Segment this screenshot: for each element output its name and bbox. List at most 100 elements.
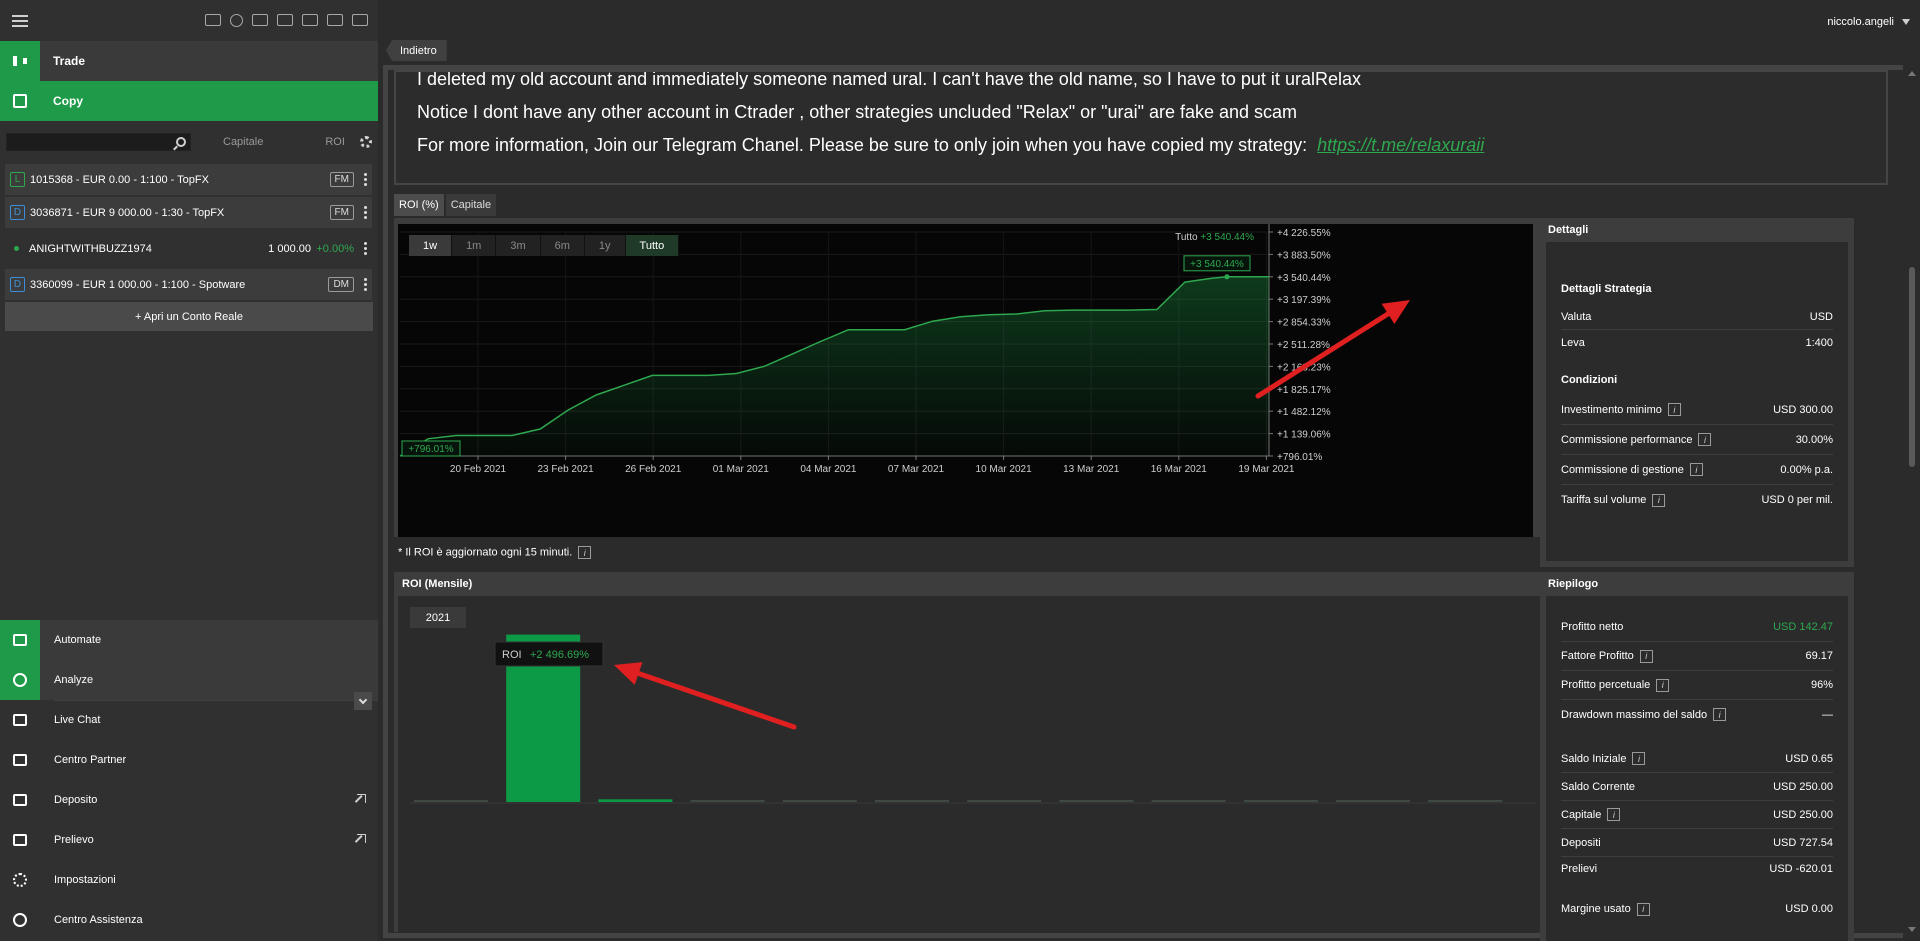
nav-copy[interactable]: Copy (0, 81, 378, 121)
nav-automate[interactable]: Automate (0, 620, 378, 660)
scroll-down-icon[interactable] (1908, 927, 1916, 932)
summary-title: Riepilogo (1548, 578, 1599, 590)
scrollbar-thumb[interactable] (1909, 267, 1915, 467)
info-icon[interactable]: i (1607, 808, 1621, 821)
touch-icon[interactable] (230, 14, 243, 27)
x-tick-label: 13 Mar 2021 (1063, 464, 1120, 475)
info-icon[interactable]: i (1698, 433, 1712, 446)
more-options-icon[interactable] (363, 278, 367, 291)
timeframe-6m[interactable]: 6m (540, 235, 585, 256)
roi-chart-panel: +4 226.55% +3 883.50% +3 540.44% +3 197.39%… (394, 218, 1552, 537)
windows-icon[interactable] (302, 14, 318, 26)
copy-strategy-row[interactable]: ANIGHTWITHBUZZ1974 1 000.00 +0.00% (5, 230, 372, 267)
scroll-up-icon[interactable] (1908, 71, 1916, 76)
keyboard-icon[interactable] (352, 14, 368, 26)
summary-label: Fattore Profitto (1561, 650, 1634, 662)
y-tick-label: +1 482.12% (1277, 407, 1331, 418)
hamburger-menu-icon[interactable] (12, 14, 28, 27)
more-options-icon[interactable] (363, 206, 367, 219)
column-roi[interactable]: ROI (325, 136, 345, 148)
timeframe-3m[interactable]: 3m (496, 235, 541, 256)
nav-deposit-label: Deposito (54, 794, 98, 806)
tab-roi-percent[interactable]: ROI (%) (394, 194, 444, 216)
info-icon[interactable]: i (1689, 463, 1703, 476)
account-search-input[interactable] (6, 133, 191, 151)
x-tick-label: 20 Feb 2021 (450, 464, 507, 475)
fullscreen-icon[interactable] (277, 14, 293, 26)
timeframe-selector: 1w 1m 3m 6m 1y Tutto (409, 235, 680, 256)
roi-chart[interactable]: +4 226.55% +3 883.50% +3 540.44% +3 197.39%… (398, 224, 1533, 537)
monthly-bar (782, 800, 857, 802)
external-link-icon (357, 794, 366, 803)
briefcase-icon (0, 740, 40, 780)
account-broker-tag: DM (328, 277, 354, 292)
chart-legend: Tutto +3 540.44% (1175, 232, 1254, 243)
x-tick-label: 19 Mar 2021 (1238, 464, 1295, 475)
mail-icon[interactable] (205, 14, 221, 26)
nav-trade[interactable]: Trade (0, 41, 378, 81)
roi-chart-svg[interactable]: +4 226.55% +3 883.50% +3 540.44% +3 197.39%… (398, 224, 1533, 537)
monthly-bar (598, 799, 673, 802)
account-row[interactable]: D 3036871 - EUR 9 000.00 - 1:30 - TopFX … (5, 197, 372, 228)
chat-icon (0, 700, 40, 740)
status-dot-icon (14, 246, 19, 251)
detail-label: Tariffa sul volume (1561, 494, 1647, 506)
timeframe-1w[interactable]: 1w (409, 235, 453, 256)
info-icon[interactable]: i (578, 546, 592, 559)
info-icon[interactable]: i (1632, 752, 1646, 765)
x-tick-label: 07 Mar 2021 (888, 464, 945, 475)
summary-label: Drawdown massimo del saldo (1561, 708, 1708, 721)
nav-deposit[interactable]: Deposito (0, 780, 378, 820)
detail-label: Valuta (1561, 310, 1592, 323)
gear-icon[interactable] (360, 136, 372, 148)
detail-row: Tariffa sul volume i USD 0 per mil. (1561, 485, 1833, 515)
summary-panel: Riepilogo Profitto netto USD 142.47 Fatto… (1540, 572, 1854, 941)
timeframe-1y[interactable]: 1y (584, 235, 626, 256)
summary-label: Margine usato (1561, 903, 1631, 915)
timeframe-1m[interactable]: 1m (452, 235, 497, 256)
telegram-link[interactable]: https://t.me/relaxuraii (1317, 135, 1484, 155)
column-capital[interactable]: Capitale (223, 136, 263, 148)
x-tick-label: 01 Mar 2021 (713, 464, 770, 475)
info-icon[interactable]: i (1636, 902, 1650, 916)
bar-tooltip-label: ROI (502, 649, 522, 661)
info-icon[interactable]: i (1667, 403, 1681, 416)
tab-capital[interactable]: Capitale (445, 194, 497, 216)
more-options-icon[interactable] (363, 242, 367, 255)
info-icon[interactable]: i (1656, 678, 1670, 692)
caret-down-icon[interactable] (1902, 19, 1910, 25)
collapse-nav-button[interactable] (354, 692, 372, 710)
info-icon[interactable]: i (1639, 649, 1653, 663)
monthly-roi-chart-svg[interactable]: ROI +2 496.69% (398, 596, 1548, 932)
more-options-icon[interactable] (363, 173, 367, 186)
account-row[interactable]: D 3360099 - EUR 1 000.00 - 1:100 - Spotw… (5, 269, 372, 300)
detail-value: 0.00% p.a. (1780, 463, 1833, 476)
app-window: Trade Copy Capitale ROI L 1015368 - EUR … (0, 0, 1920, 941)
sound-icon[interactable] (327, 14, 343, 26)
x-tick-label: 16 Mar 2021 (1151, 464, 1208, 475)
timeframe-all[interactable]: Tutto (625, 235, 680, 256)
print-icon[interactable] (252, 14, 268, 26)
deposit-icon (0, 780, 40, 820)
nav-withdraw[interactable]: Prelievo (0, 820, 378, 860)
nav-settings[interactable]: Impostazioni (0, 860, 378, 900)
summary-row: Profitto percetuale i 96% (1561, 671, 1833, 700)
nav-help-center[interactable]: Centro Assistenza (0, 900, 378, 940)
nav-analyze[interactable]: Analyze (0, 660, 378, 700)
y-tick-label: +1 825.17% (1277, 385, 1331, 396)
account-label: 1015368 - EUR 0.00 - 1:100 - TopFX (30, 173, 209, 186)
account-row[interactable]: L 1015368 - EUR 0.00 - 1:100 - TopFX FM (5, 164, 372, 195)
strategy-description: I deleted my old account and immediately… (394, 70, 1888, 185)
info-icon[interactable]: i (1652, 493, 1666, 507)
nav-live-chat[interactable]: Live Chat (0, 700, 378, 740)
nav-partner-center[interactable]: Centro Partner (0, 740, 378, 780)
details-body: Dettagli Strategia Valuta USD Leva 1:400 C… (1546, 242, 1848, 561)
info-icon[interactable]: i (1713, 708, 1727, 721)
search-icon[interactable] (176, 137, 186, 147)
nav-settings-label: Impostazioni (54, 874, 116, 886)
open-real-account-button[interactable]: + Apri un Conto Reale (5, 302, 373, 331)
account-filter-bar: Capitale ROI (0, 122, 378, 162)
page-scrollbar[interactable] (1906, 65, 1918, 938)
back-button[interactable]: Indietro (386, 40, 447, 61)
user-menu[interactable]: niccolo.angeli (1827, 16, 1894, 28)
